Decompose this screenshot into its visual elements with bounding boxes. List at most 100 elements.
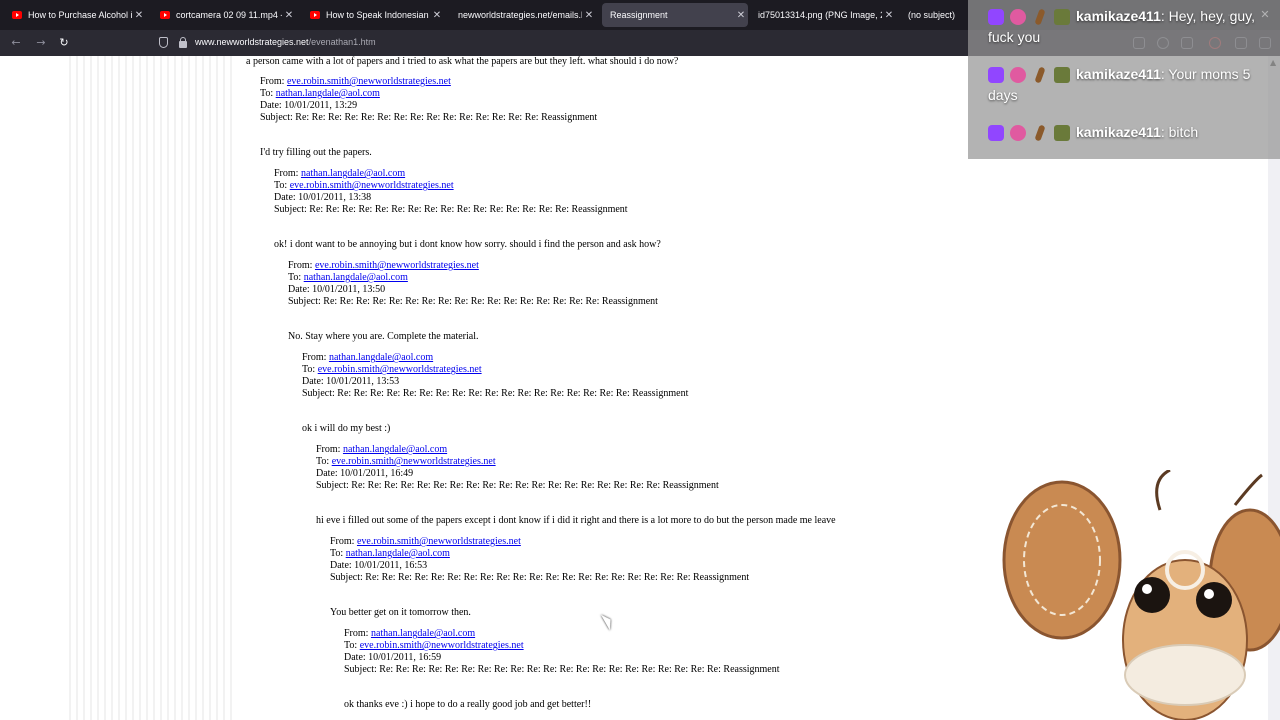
close-icon[interactable]: ✕ <box>882 10 896 21</box>
chat-username: kamikaze411 <box>1076 66 1161 82</box>
date-label: Date: <box>288 284 310 295</box>
tab-label: How to Speak Indonesian - You <box>326 10 430 20</box>
tab-label: newworldstrategies.net/emails.htm <box>458 10 582 20</box>
from-link[interactable]: eve.robin.smith@newworldstrategies.net <box>357 536 521 547</box>
to-link[interactable]: eve.robin.smith@newworldstrategies.net <box>332 456 496 467</box>
date-value: 10/01/2011, 16:53 <box>354 560 428 571</box>
header-to: To: eve.robin.smith@newworldstrategies.n… <box>274 180 454 192</box>
from-link[interactable]: nathan.langdale@aol.com <box>301 168 405 179</box>
close-icon[interactable]: ✕ <box>132 10 146 21</box>
from-label: From: <box>302 352 327 363</box>
eye-highlight <box>1142 584 1152 594</box>
tab-label: cortcamera 02 09 11.mp4 - You <box>176 10 282 20</box>
tab-label: Reassignment <box>610 10 668 20</box>
moth-eye <box>1134 577 1170 613</box>
tab[interactable]: How to Speak Indonesian - You ✕ <box>302 3 444 27</box>
moderator-badge-icon <box>1010 9 1026 26</box>
chat-text: bitch <box>1168 124 1199 140</box>
tab[interactable]: newworldstrategies.net/emails.htm ✕ <box>450 3 596 27</box>
header-subject: Subject: Re: Re: Re: Re: Re: Re: Re: Re:… <box>302 388 688 400</box>
header-date: Date: 10/01/2011, 13:50 <box>288 284 385 296</box>
header-from: From: eve.robin.smith@newworldstrategies… <box>288 260 479 272</box>
moderator-badge-icon <box>1010 67 1026 84</box>
from-link[interactable]: nathan.langdale@aol.com <box>329 352 433 363</box>
user-avatar-icon <box>1054 125 1070 142</box>
header-from: From: eve.robin.smith@newworldstrategies… <box>330 536 521 548</box>
twitch-badge-icon <box>988 9 1004 26</box>
url-bar[interactable]: www.newworldstrategies.net/evenathan1.ht… <box>195 37 376 47</box>
date-label: Date: <box>260 100 282 111</box>
to-link[interactable]: eve.robin.smith@newworldstrategies.net <box>360 640 524 651</box>
tab-label: How to Purchase Alcohol if you <box>28 10 132 20</box>
header-subject: Subject: Re: Re: Re: Re: Re: Re: Re: Re:… <box>316 480 719 492</box>
from-label: From: <box>260 76 285 87</box>
chat-username: kamikaze411 <box>1076 124 1161 140</box>
date-label: Date: <box>330 560 352 571</box>
forward-icon[interactable]: → <box>33 35 49 51</box>
tab[interactable]: (no subject) <box>900 3 966 27</box>
from-link[interactable]: nathan.langdale@aol.com <box>371 628 475 639</box>
header-to: To: eve.robin.smith@newworldstrategies.n… <box>302 364 482 376</box>
to-link[interactable]: eve.robin.smith@newworldstrategies.net <box>318 364 482 375</box>
message-body: No. Stay where you are. Complete the mat… <box>288 331 479 342</box>
back-icon[interactable]: ← <box>8 35 24 51</box>
to-label: To: <box>316 456 330 467</box>
header-to: To: eve.robin.smith@newworldstrategies.n… <box>316 456 496 468</box>
close-icon[interactable]: ✕ <box>582 10 596 21</box>
reload-icon[interactable]: ↻ <box>56 35 72 51</box>
header-to: To: eve.robin.smith@newworldstrategies.n… <box>344 640 524 652</box>
subject-value: Re: Re: Re: Re: Re: Re: Re: Re: Re: Re: … <box>323 296 658 307</box>
tracking-protection-icon[interactable] <box>159 37 168 48</box>
date-label: Date: <box>274 192 296 203</box>
to-label: To: <box>274 180 288 191</box>
tab[interactable]: id75013314.png (PNG Image, 2556 ✕ <box>750 3 896 27</box>
from-link[interactable]: eve.robin.smith@newworldstrategies.net <box>315 260 479 271</box>
header-subject: Subject: Re: Re: Re: Re: Re: Re: Re: Re:… <box>344 664 780 676</box>
close-icon[interactable]: ✕ <box>282 10 296 21</box>
sword-badge-icon <box>1034 66 1046 84</box>
tab-label: (no subject) <box>908 10 956 20</box>
to-label: To: <box>330 548 344 559</box>
to-label: To: <box>260 88 274 99</box>
from-label: From: <box>288 260 313 271</box>
header-from: From: eve.robin.smith@newworldstrategies… <box>260 76 451 88</box>
antenna <box>1233 473 1263 506</box>
tab[interactable]: How to Purchase Alcohol if you ✕ <box>4 3 146 27</box>
antenna <box>1155 470 1171 511</box>
tab[interactable]: cortcamera 02 09 11.mp4 - You ✕ <box>152 3 296 27</box>
chat-badges <box>988 124 1070 142</box>
to-link[interactable]: nathan.langdale@aol.com <box>346 548 450 559</box>
from-label: From: <box>274 168 299 179</box>
to-label: To: <box>288 272 302 283</box>
chat-badges <box>988 8 1070 26</box>
header-subject: Subject: Re: Re: Re: Re: Re: Re: Re: Re:… <box>288 296 658 308</box>
header-date: Date: 10/01/2011, 16:49 <box>316 468 413 480</box>
to-link[interactable]: nathan.langdale@aol.com <box>304 272 408 283</box>
chat-message: kamikaze411: Hey, hey, guy, fuck you <box>988 8 1256 45</box>
stream-chat-overlay: kamikaze411: Hey, hey, guy, fuck you kami… <box>968 0 1280 159</box>
sword-badge-icon <box>1034 8 1046 26</box>
date-value: 10/01/2011, 16:59 <box>368 652 442 663</box>
tab-active[interactable]: Reassignment ✕ <box>602 3 748 27</box>
sword-badge-icon <box>1034 124 1046 142</box>
lock-icon[interactable] <box>179 37 187 48</box>
date-label: Date: <box>316 468 338 479</box>
header-subject: Subject: Re: Re: Re: Re: Re: Re: Re: Re:… <box>330 572 749 584</box>
from-link[interactable]: nathan.langdale@aol.com <box>343 444 447 455</box>
date-value: 10/01/2011, 13:38 <box>298 192 372 203</box>
close-icon[interactable]: ✕ <box>430 10 444 21</box>
to-link[interactable]: nathan.langdale@aol.com <box>276 88 380 99</box>
header-from: From: nathan.langdale@aol.com <box>274 168 405 180</box>
close-icon[interactable]: ✕ <box>734 10 748 21</box>
youtube-icon <box>310 11 320 19</box>
to-label: To: <box>344 640 358 651</box>
from-link[interactable]: eve.robin.smith@newworldstrategies.net <box>287 76 451 87</box>
url-host: www.newworldstrategies.net <box>195 37 309 47</box>
from-label: From: <box>316 444 341 455</box>
top-line: a person came with a lot of papers and i… <box>246 56 679 67</box>
to-link[interactable]: eve.robin.smith@newworldstrategies.net <box>290 180 454 191</box>
message-body: hi eve i filled out some of the papers e… <box>316 515 836 526</box>
header-date: Date: 10/01/2011, 13:38 <box>274 192 371 204</box>
header-date: Date: 10/01/2011, 13:53 <box>302 376 399 388</box>
chat-message: kamikaze411: bitch <box>988 122 1268 143</box>
